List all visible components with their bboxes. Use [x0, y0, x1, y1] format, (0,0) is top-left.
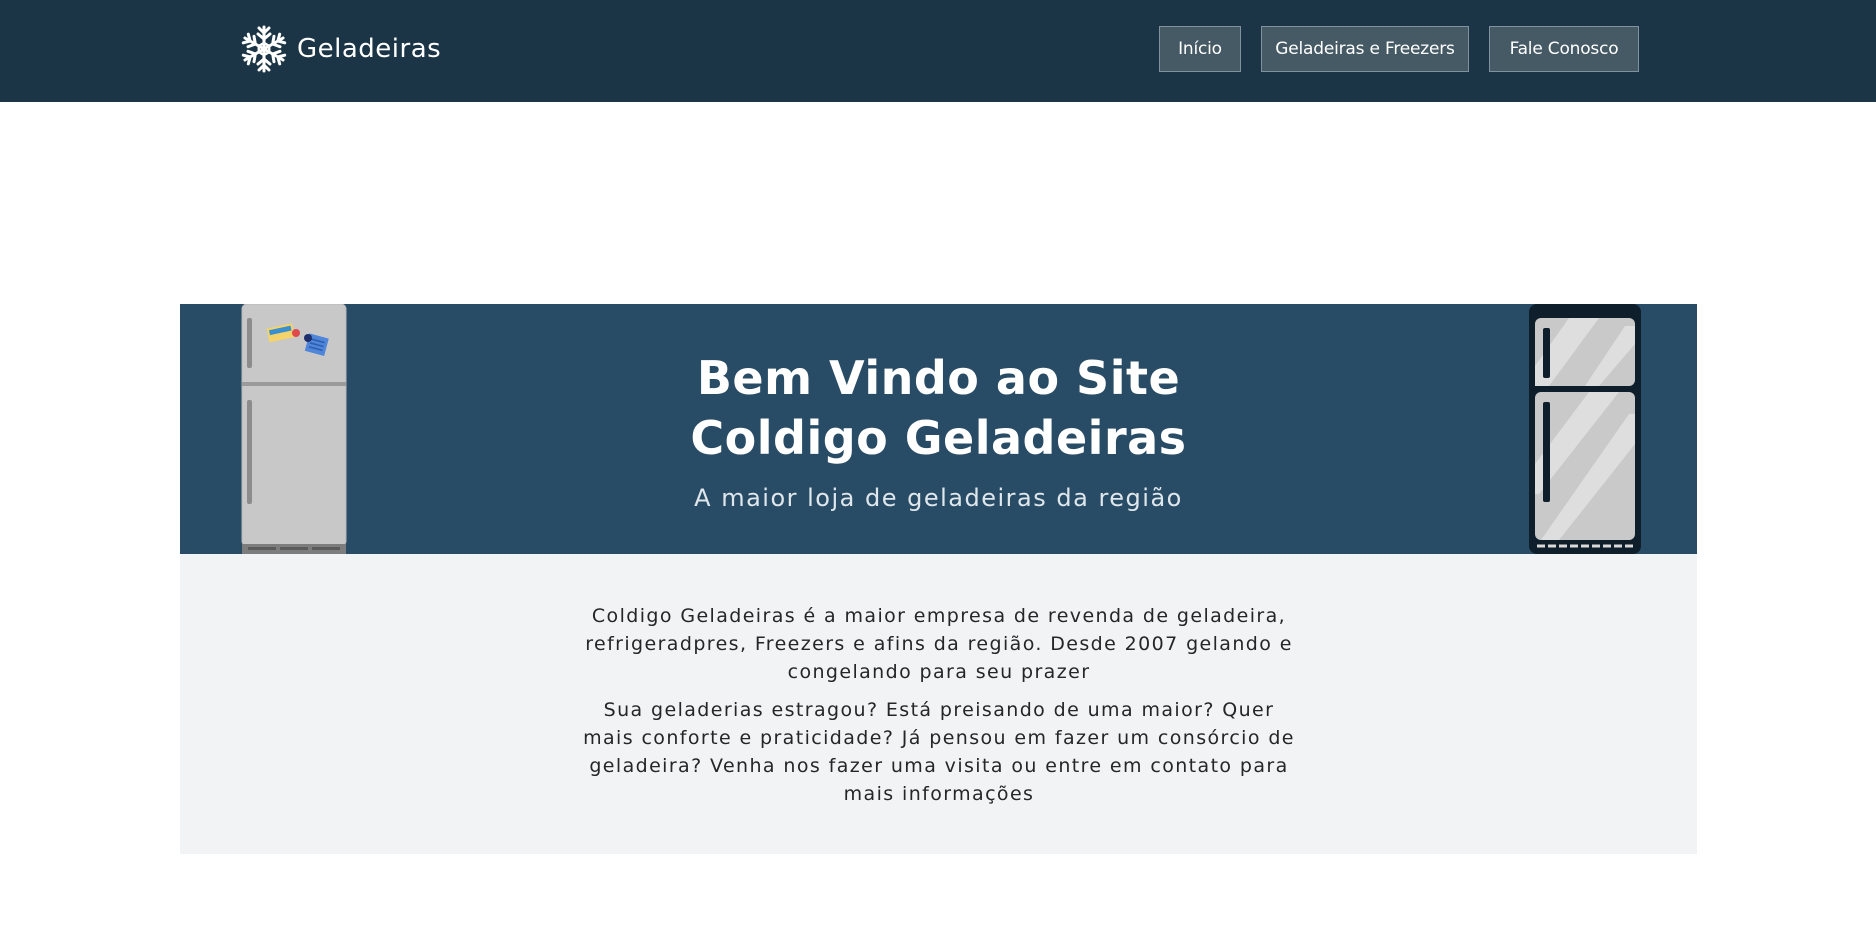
hero-title-line1: Bem Vindo ao Site — [696, 351, 1181, 405]
site-header: Geladeiras Início Geladeiras e Freezers … — [0, 0, 1876, 102]
logo-text: Geladeiras — [297, 34, 442, 64]
about-section: Coldigo Geladeiras é a maior empresa de … — [180, 554, 1697, 854]
hero-banner: Bem Vindo ao Site Coldigo Geladeiras A m… — [180, 304, 1697, 554]
nav-fale-conosco-button[interactable]: Fale Conosco — [1489, 26, 1639, 72]
nav-geladeiras-freezers-button[interactable]: Geladeiras e Freezers — [1261, 26, 1469, 72]
snowflake-icon — [240, 25, 288, 73]
hero-subtitle: A maior loja de geladeiras da região — [694, 484, 1183, 512]
site-logo[interactable]: Geladeiras — [239, 24, 441, 74]
dark-fridge-illustration — [1529, 304, 1641, 554]
hero-title: Bem Vindo ao Site Coldigo Geladeiras — [180, 348, 1697, 468]
hero-title-line2: Coldigo Geladeiras — [690, 411, 1187, 465]
about-paragraph-1: Coldigo Geladeiras é a maior empresa de … — [585, 605, 1293, 683]
nav-inicio-button[interactable]: Início — [1159, 26, 1241, 72]
about-paragraph-2: Sua geladerias estragou? Está preisando … — [583, 699, 1295, 805]
